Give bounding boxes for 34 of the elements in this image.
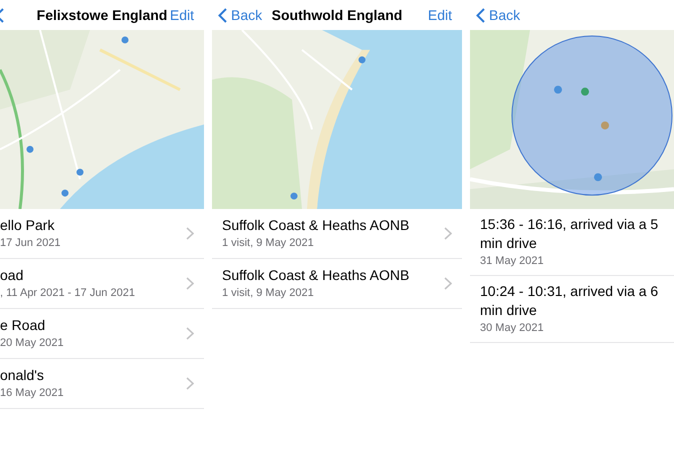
nav-title: Felixstowe England xyxy=(36,6,168,25)
nav-title: Southwold England xyxy=(272,6,402,25)
back-chevron-icon xyxy=(218,8,227,22)
row-title: Suffolk Coast & Heaths AONB xyxy=(222,216,410,235)
row-title: onald's xyxy=(0,366,45,385)
row-title: e Road xyxy=(0,316,46,335)
row-title: 10:24 - 10:31, arrived via a 6 min drive xyxy=(480,282,660,320)
list-row[interactable]: onald's 16 May 2021 xyxy=(0,359,204,409)
list-row[interactable]: 15:36 - 16:16, arrived via a 5 min drive 31 May 2021 xyxy=(470,209,674,276)
row-subtitle: 20 May 2021 xyxy=(0,336,65,351)
list-row[interactable]: Suffolk Coast & Heaths AONB 1 visit, 9 May 2021 xyxy=(212,209,462,259)
row-subtitle: 16 May 2021 xyxy=(0,386,65,401)
row-subtitle: 1 visit, 9 May 2021 xyxy=(222,286,315,301)
row-subtitle: 30 May 2021 xyxy=(480,321,545,336)
edit-button[interactable]: Edit xyxy=(170,4,204,26)
row-subtitle: 17 Jun 2021 xyxy=(0,236,62,251)
back-button[interactable]: Back xyxy=(212,4,262,26)
row-title: 15:36 - 16:16, arrived via a 5 min drive xyxy=(480,215,660,253)
edit-button[interactable]: Edit xyxy=(428,4,462,26)
list-row[interactable]: 10:24 - 10:31, arrived via a 6 min drive 30 May 2021 xyxy=(470,276,674,343)
row-title: ello Park xyxy=(0,216,56,235)
row-subtitle: 1 visit, 9 May 2021 xyxy=(222,236,315,251)
list-row[interactable]: oad , 11 Apr 2021 - 17 Jun 2021 xyxy=(0,259,204,309)
back-chevron-icon xyxy=(0,8,4,22)
row-title: Suffolk Coast & Heaths AONB xyxy=(222,266,410,285)
row-subtitle: , 11 Apr 2021 - 17 Jun 2021 xyxy=(0,286,136,301)
back-button[interactable]: Back xyxy=(470,4,520,26)
row-subtitle: 31 May 2021 xyxy=(480,254,545,269)
back-button[interactable] xyxy=(0,8,4,22)
list-row[interactable]: Suffolk Coast & Heaths AONB 1 visit, 9 May 2021 xyxy=(212,259,462,309)
list-row[interactable]: ello Park 17 Jun 2021 xyxy=(0,209,204,259)
back-chevron-icon xyxy=(476,8,485,22)
list-row[interactable]: e Road 20 May 2021 xyxy=(0,309,204,359)
row-title: oad xyxy=(0,266,24,285)
